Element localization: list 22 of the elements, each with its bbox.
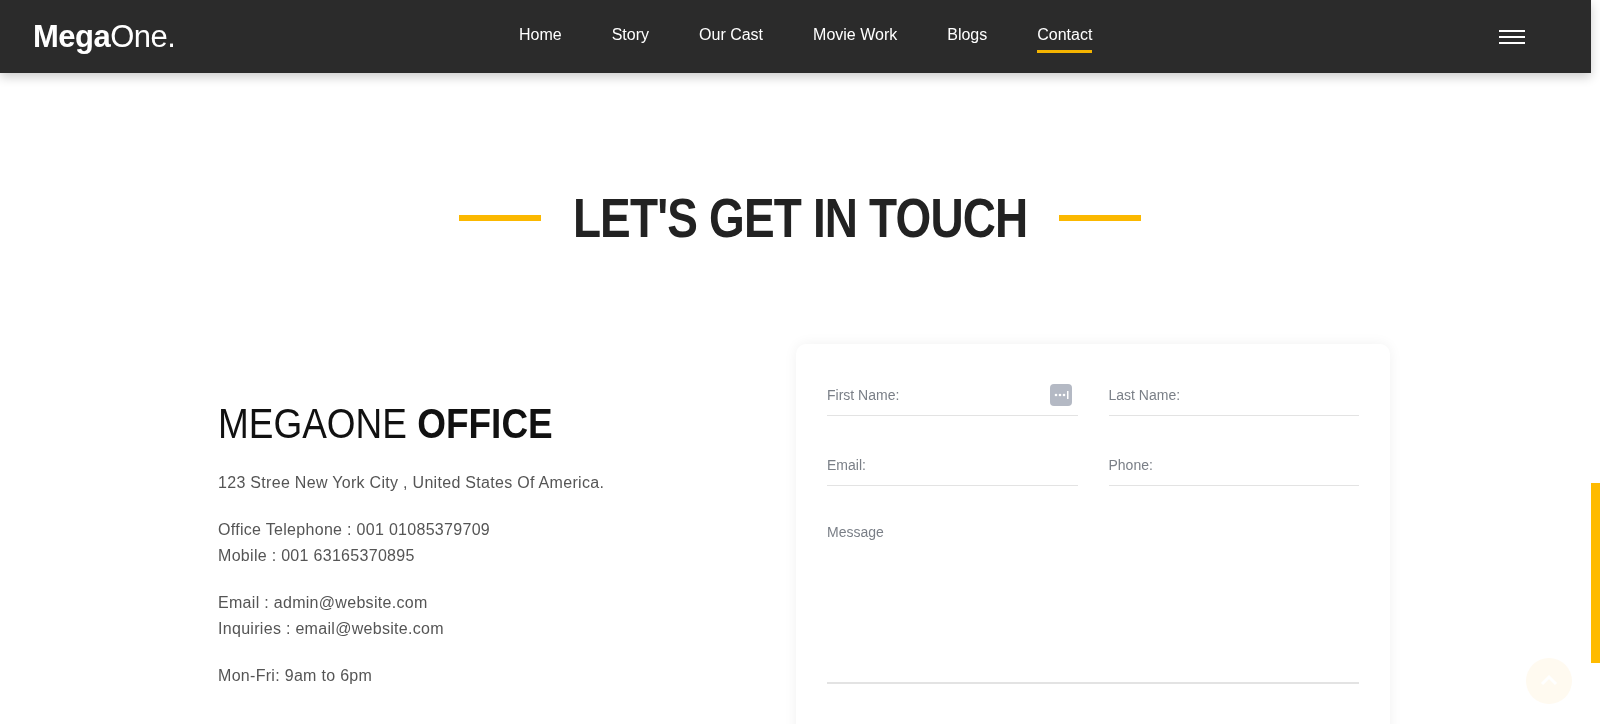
nav-link[interactable]: Story	[611, 20, 650, 53]
input-field[interactable]: Email:	[827, 444, 1078, 486]
office-info-text: Office Telephone : 001 01085379709	[218, 520, 492, 540]
office-info-text: Inquiries : email@website.com	[218, 619, 445, 639]
office-heading: MEGAONE OFFICE	[218, 400, 554, 448]
office-info-text: Mobile : 001 63165370895	[218, 546, 416, 566]
message-field[interactable]: Message	[827, 514, 1359, 684]
scrollbar-thumb[interactable]	[1591, 483, 1600, 663]
input-field[interactable]: Last Name:	[1108, 374, 1359, 416]
nav-link[interactable]: Contact	[1037, 20, 1093, 53]
logo[interactable]: MegaOne.	[33, 18, 439, 55]
nav-link[interactable]: Home	[519, 20, 562, 53]
office-info-text: Mon-Fri: 9am to 6pm	[218, 666, 374, 686]
nav-link[interactable]: Movie Work	[813, 20, 898, 53]
office-info-text: 123 Stree New York City , United States Of America.	[218, 473, 606, 493]
menu-icon[interactable]	[1499, 28, 1525, 45]
autofill-icon[interactable]	[1049, 384, 1072, 406]
nav-link[interactable]: Blogs	[947, 20, 988, 53]
office-info-text: Email : admin@website.com	[218, 593, 429, 613]
nav-link[interactable]: Our Cast	[699, 20, 764, 53]
input-field[interactable]: Phone:	[1108, 444, 1359, 486]
section-title: LET'S GET IN TOUCH	[572, 185, 1028, 250]
